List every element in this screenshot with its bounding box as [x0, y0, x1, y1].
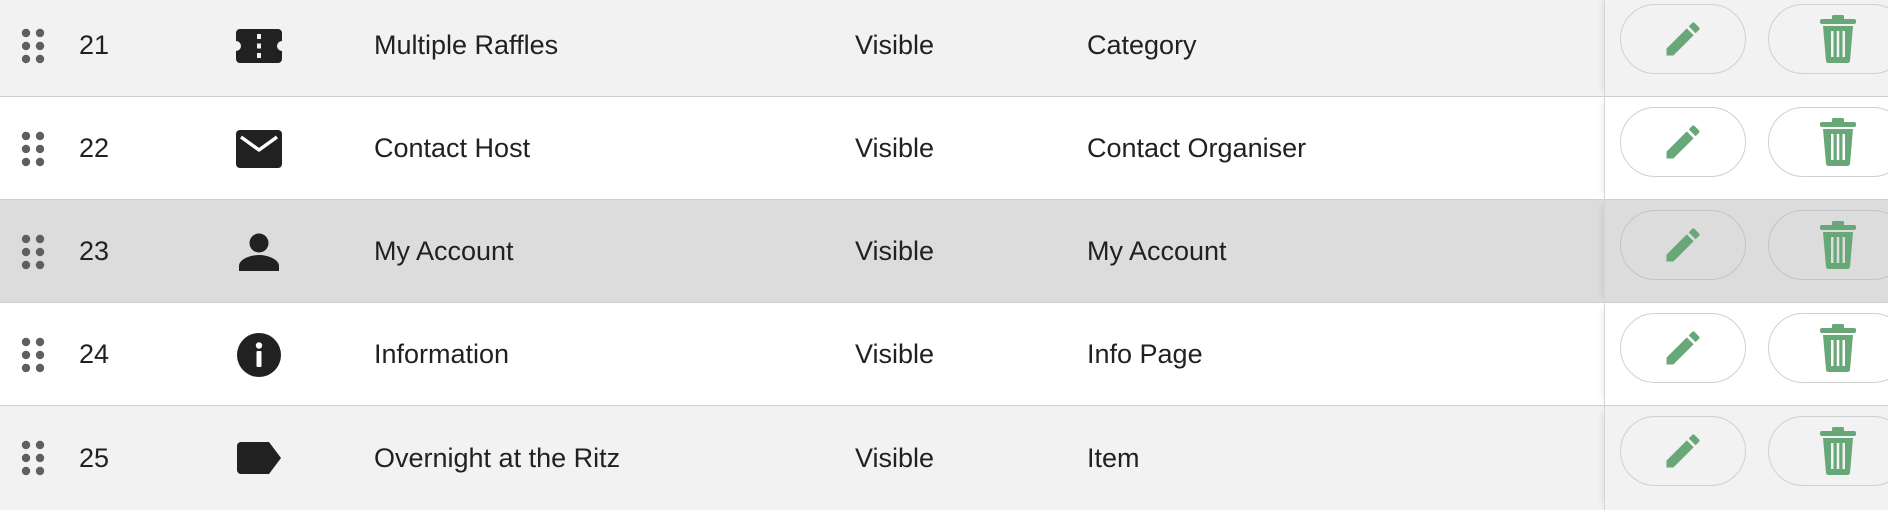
edit-button[interactable]	[1620, 416, 1746, 486]
table-row[interactable]: 22 Contact Host Visible Contact Organise…	[0, 97, 1888, 200]
trash-icon	[1820, 221, 1856, 269]
row-actions	[1604, 406, 1888, 510]
visibility-status: Visible	[855, 30, 935, 60]
trash-icon	[1820, 15, 1856, 63]
trash-icon	[1820, 324, 1856, 372]
item-type: Contact Organiser	[1087, 133, 1307, 163]
delete-button[interactable]	[1768, 416, 1888, 486]
edit-button[interactable]	[1620, 4, 1746, 74]
person-icon	[232, 200, 286, 303]
pencil-icon	[1666, 331, 1700, 365]
item-type: Category	[1087, 30, 1197, 60]
ticket-icon	[232, 0, 286, 97]
drag-handle-icon[interactable]	[18, 0, 48, 97]
visibility-status: Visible	[855, 442, 935, 473]
row-number: 25	[79, 442, 110, 473]
drag-handle-icon[interactable]	[18, 303, 48, 406]
visibility-status: Visible	[855, 133, 935, 163]
item-type: Item	[1087, 442, 1140, 473]
trash-icon	[1820, 118, 1856, 166]
row-number: 21	[79, 30, 110, 60]
delete-button[interactable]	[1768, 313, 1888, 383]
item-type: My Account	[1087, 236, 1227, 266]
table-row[interactable]: 21 Multiple Raffles Visible Category	[0, 0, 1888, 97]
pencil-icon	[1666, 228, 1700, 262]
edit-button[interactable]	[1620, 107, 1746, 177]
delete-button[interactable]	[1768, 210, 1888, 280]
table-row[interactable]: 24 Information Visible Info Page	[0, 303, 1888, 406]
visibility-status: Visible	[855, 339, 935, 369]
delete-button[interactable]	[1768, 107, 1888, 177]
table-row[interactable]: 25 Overnight at the Ritz Visible Item	[0, 406, 1888, 510]
trash-icon	[1820, 427, 1856, 475]
item-name: My Account	[374, 236, 514, 266]
drag-handle-icon[interactable]	[18, 200, 48, 303]
item-name: Overnight at the Ritz	[374, 442, 621, 473]
item-name: Information	[374, 339, 510, 369]
drag-handle-icon[interactable]	[18, 406, 48, 510]
row-number: 22	[79, 133, 110, 163]
row-actions	[1604, 303, 1888, 406]
tag-icon	[232, 406, 286, 510]
pencil-icon	[1666, 125, 1700, 159]
edit-button[interactable]	[1620, 210, 1746, 280]
edit-button[interactable]	[1620, 313, 1746, 383]
item-name: Multiple Raffles	[374, 30, 559, 60]
info-icon	[232, 303, 286, 406]
row-actions	[1604, 200, 1888, 303]
row-actions	[1604, 97, 1888, 200]
row-actions	[1604, 0, 1888, 97]
delete-button[interactable]	[1768, 4, 1888, 74]
drag-handle-icon[interactable]	[18, 97, 48, 200]
pencil-icon	[1666, 22, 1700, 56]
pencil-icon	[1666, 434, 1700, 468]
row-number: 23	[79, 236, 110, 266]
visibility-status: Visible	[855, 236, 935, 266]
table-row[interactable]: 23 My Account Visible My Account	[0, 200, 1888, 303]
item-type: Info Page	[1087, 339, 1203, 369]
item-name: Contact Host	[374, 133, 531, 163]
envelope-icon	[232, 97, 286, 200]
row-number: 24	[79, 339, 110, 369]
menu-items-table: 21 Multiple Raffles Visible Category 22 …	[0, 0, 1888, 510]
